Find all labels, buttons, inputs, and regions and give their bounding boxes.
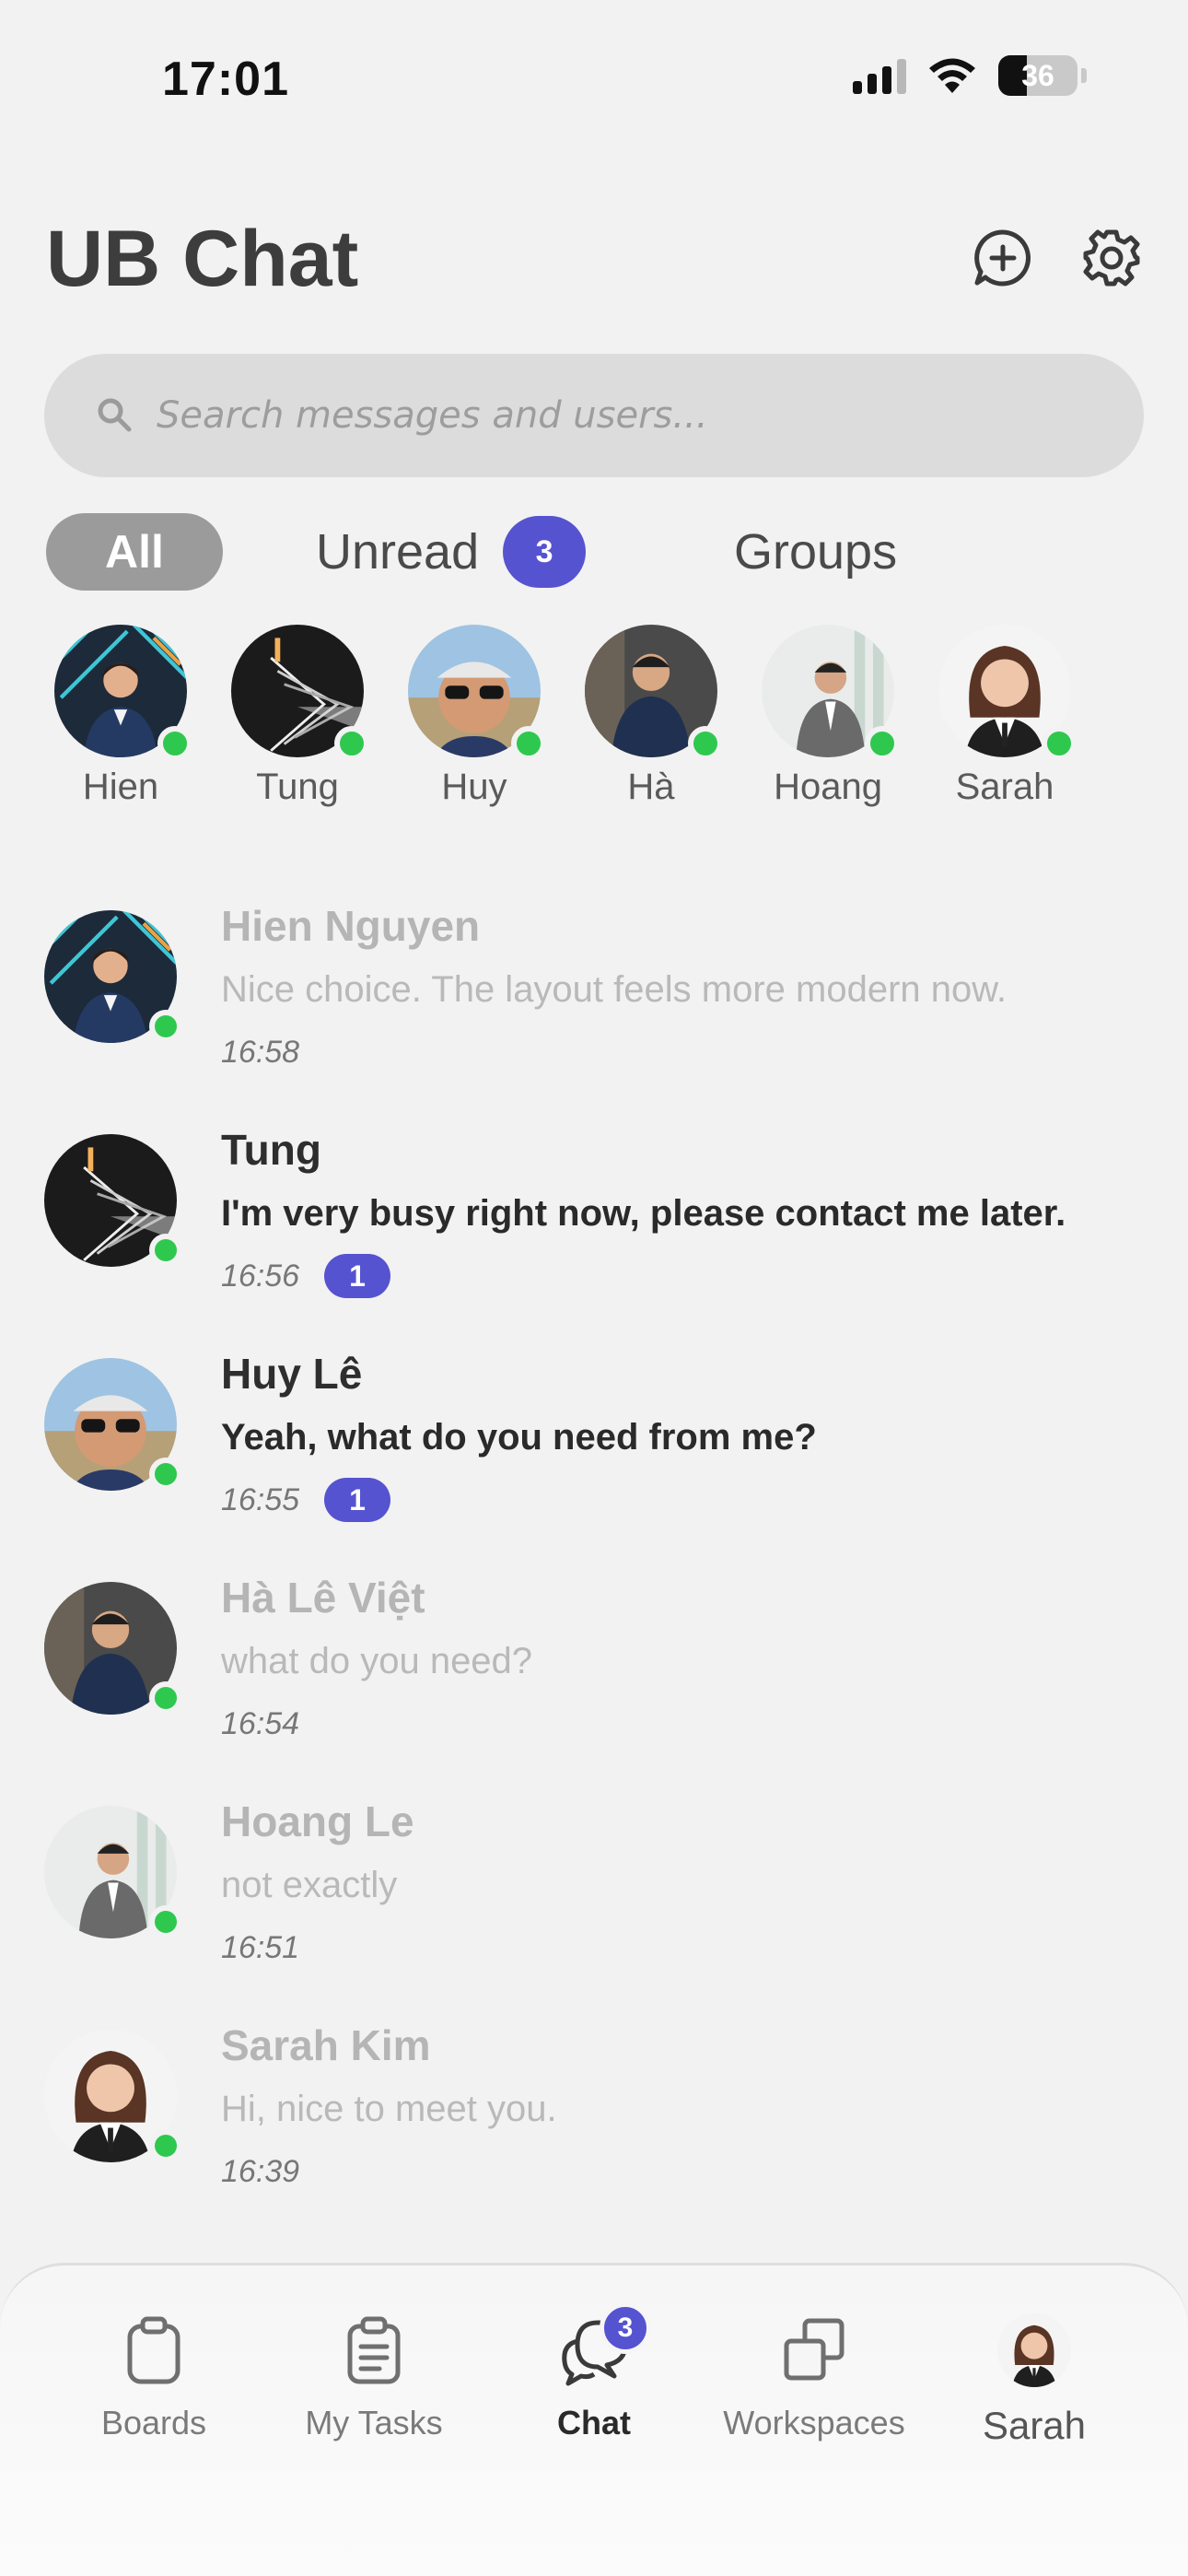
chat-count-badge: 3 bbox=[600, 2302, 651, 2354]
nav-chat[interactable]: 3 Chat bbox=[488, 2302, 700, 2442]
online-indicator bbox=[1042, 726, 1077, 761]
chat-list-item[interactable]: Hà Lê Việt what do you need? 16:54 bbox=[0, 1573, 1188, 1794]
status-bar: 17:01 36 bbox=[0, 0, 1188, 157]
nav-label: Boards bbox=[100, 2404, 207, 2441]
story-name: Hà bbox=[627, 767, 675, 807]
search-bar[interactable] bbox=[44, 354, 1144, 477]
search-icon bbox=[98, 398, 132, 432]
chat-list-item[interactable]: Tung I'm very busy right now, please con… bbox=[0, 1125, 1188, 1346]
battery-level: 36 bbox=[1021, 59, 1054, 92]
chat-name: Hà Lê Việt bbox=[221, 1574, 425, 1622]
wifi-icon bbox=[929, 58, 975, 93]
story-item[interactable]: Tung bbox=[210, 625, 385, 808]
online-indicator bbox=[149, 2129, 182, 2162]
unread-count-badge: 3 bbox=[503, 516, 587, 588]
tab-all[interactable]: All bbox=[46, 513, 223, 591]
avatar bbox=[997, 2313, 1071, 2387]
battery-icon: 36 bbox=[998, 55, 1077, 96]
online-indicator bbox=[149, 1010, 182, 1043]
story-item[interactable]: Hà bbox=[564, 625, 739, 808]
nav-profile[interactable]: Sarah bbox=[928, 2313, 1140, 2448]
story-name: Hien bbox=[82, 767, 159, 807]
chat-list-item[interactable]: Huy Lê Yeah, what do you need from me? 1… bbox=[0, 1349, 1188, 1570]
chat-time: 16:56 bbox=[221, 1259, 300, 1294]
chat-time: 16:39 bbox=[221, 2154, 300, 2189]
story-name: Hoang bbox=[774, 767, 882, 807]
chat-last-message: I'm very busy right now, please contact … bbox=[221, 1193, 1066, 1234]
tab-unread[interactable]: Unread 3 bbox=[316, 513, 587, 591]
page-title: UB Chat bbox=[46, 215, 359, 303]
chat-name: Hoang Le bbox=[221, 1797, 414, 1845]
nav-boards[interactable]: Boards bbox=[48, 2313, 260, 2442]
chat-list-item[interactable]: Hoang Le not exactly 16:51 bbox=[0, 1797, 1188, 2018]
chat-name: Huy Lê bbox=[221, 1350, 363, 1398]
chat-last-message: not exactly bbox=[221, 1865, 398, 1905]
nav-my-tasks[interactable]: My Tasks bbox=[268, 2313, 480, 2442]
nav-label: Workspaces bbox=[723, 2404, 905, 2441]
chat-name: Sarah Kim bbox=[221, 2021, 431, 2069]
chat-name: Hien Nguyen bbox=[221, 902, 481, 950]
chat-list-item[interactable]: Hien Nguyen Nice choice. The layout feel… bbox=[0, 901, 1188, 1122]
clipboard-icon bbox=[117, 2313, 191, 2387]
chat-bubbles-icon: 3 bbox=[557, 2302, 651, 2387]
gear-icon[interactable] bbox=[1079, 226, 1144, 290]
story-item[interactable]: Hien bbox=[33, 625, 208, 808]
online-indicator bbox=[149, 1905, 182, 1938]
online-indicator bbox=[334, 726, 369, 761]
story-name: Sarah bbox=[955, 767, 1054, 807]
chat-list-item[interactable]: Sarah Kim Hi, nice to meet you. 16:39 bbox=[0, 2020, 1188, 2242]
chat-last-message: what do you need? bbox=[221, 1641, 533, 1681]
chat-time: 16:58 bbox=[221, 1035, 300, 1070]
story-name: Huy bbox=[441, 767, 507, 807]
nav-label: Sarah bbox=[982, 2404, 1087, 2447]
story-item[interactable]: Sarah bbox=[917, 625, 1092, 808]
workspaces-icon bbox=[777, 2313, 851, 2387]
nav-label: My Tasks bbox=[305, 2404, 443, 2441]
search-input[interactable] bbox=[157, 354, 1077, 477]
chat-time: 16:55 bbox=[221, 1482, 300, 1517]
online-indicator bbox=[511, 726, 546, 761]
chat-time: 16:51 bbox=[221, 1930, 300, 1965]
online-indicator bbox=[149, 1681, 182, 1715]
nav-workspaces[interactable]: Workspaces bbox=[708, 2313, 920, 2442]
new-chat-icon[interactable] bbox=[971, 226, 1035, 290]
tab-groups[interactable]: Groups bbox=[734, 513, 897, 591]
chat-last-message: Nice choice. The layout feels more moder… bbox=[221, 969, 1007, 1010]
online-indicator bbox=[149, 1458, 182, 1491]
online-indicator bbox=[865, 726, 900, 761]
chat-last-message: Yeah, what do you need from me? bbox=[221, 1417, 817, 1458]
task-list-icon bbox=[337, 2313, 411, 2387]
cellular-signal-icon bbox=[853, 57, 906, 94]
story-item[interactable]: Hoang bbox=[740, 625, 915, 808]
unread-badge: 1 bbox=[324, 1478, 390, 1522]
status-time: 17:01 bbox=[162, 53, 289, 106]
chat-last-message: Hi, nice to meet you. bbox=[221, 2089, 557, 2129]
chat-name: Tung bbox=[221, 1126, 321, 1174]
online-indicator bbox=[149, 1234, 182, 1267]
chat-screen: 17:01 36 UB Chat Search messages and use… bbox=[0, 0, 1188, 2576]
story-name: Tung bbox=[256, 767, 339, 807]
tab-unread-label: Unread bbox=[316, 524, 480, 580]
online-indicator bbox=[688, 726, 723, 761]
chat-time: 16:54 bbox=[221, 1706, 300, 1741]
nav-label: Chat bbox=[557, 2404, 631, 2441]
online-indicator bbox=[157, 726, 192, 761]
status-icons: 36 bbox=[853, 55, 1087, 96]
story-item[interactable]: Huy bbox=[387, 625, 562, 808]
unread-badge: 1 bbox=[324, 1254, 390, 1298]
bottom-nav: Boards My Tasks 3 Chat Workspaces Sarah bbox=[0, 2263, 1188, 2576]
